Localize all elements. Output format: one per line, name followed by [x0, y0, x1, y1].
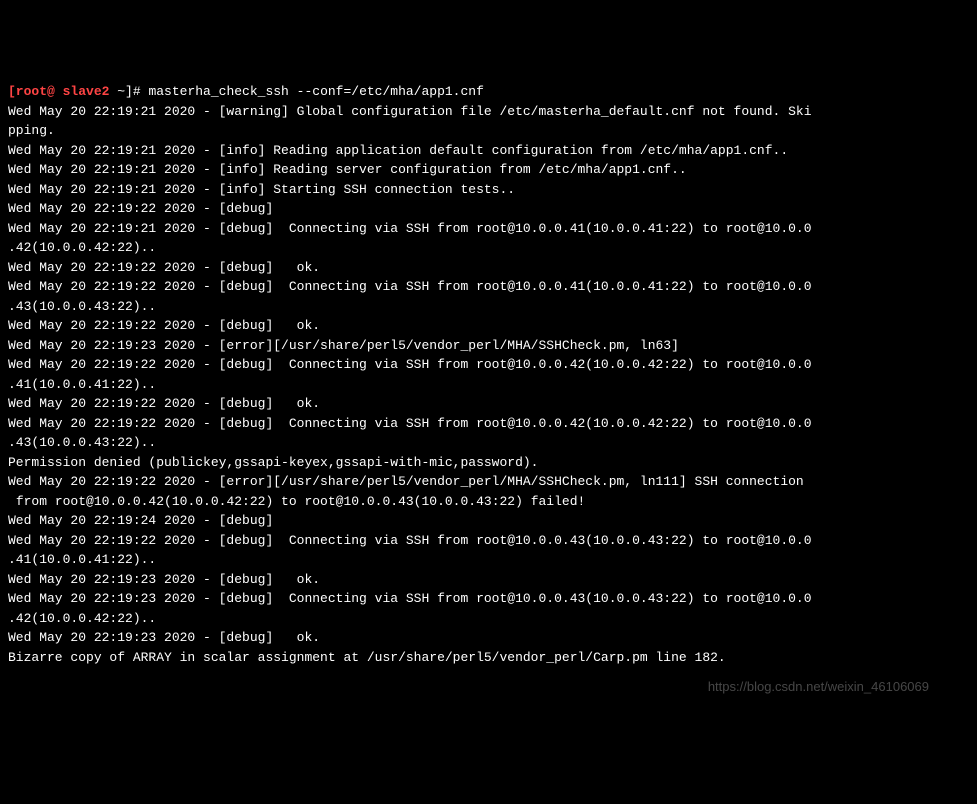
log-line: Wed May 20 22:19:21 2020 - [warning] Glo… [8, 102, 969, 122]
log-line: Wed May 20 22:19:23 2020 - [debug] Conne… [8, 589, 969, 609]
log-line: Wed May 20 22:19:22 2020 - [debug] ok. [8, 258, 969, 278]
log-line: pping. [8, 121, 969, 141]
log-line: .43(10.0.0.43:22).. [8, 433, 969, 453]
log-line: Wed May 20 22:19:22 2020 - [debug] Conne… [8, 277, 969, 297]
log-line: Wed May 20 22:19:21 2020 - [info] Readin… [8, 160, 969, 180]
log-line: Wed May 20 22:19:23 2020 - [debug] ok. [8, 570, 969, 590]
prompt-tilde: ~ [117, 84, 125, 99]
log-line: Wed May 20 22:19:22 2020 - [debug] ok. [8, 316, 969, 336]
log-line: Wed May 20 22:19:23 2020 - [debug] ok. [8, 628, 969, 648]
log-line: Wed May 20 22:19:22 2020 - [error][/usr/… [8, 472, 969, 492]
log-line: Wed May 20 22:19:22 2020 - [debug] [8, 199, 969, 219]
log-line: Wed May 20 22:19:21 2020 - [info] Readin… [8, 141, 969, 161]
log-line: Wed May 20 22:19:22 2020 - [debug] Conne… [8, 355, 969, 375]
log-line: Wed May 20 22:19:22 2020 - [debug] ok. [8, 394, 969, 414]
log-line: .41(10.0.0.41:22).. [8, 375, 969, 395]
log-line: from root@10.0.0.42(10.0.0.42:22) to roo… [8, 492, 969, 512]
log-line: .42(10.0.0.42:22).. [8, 238, 969, 258]
prompt-line: [root@ slave2 ~]# masterha_check_ssh --c… [8, 84, 484, 99]
log-line: Wed May 20 22:19:22 2020 - [debug] Conne… [8, 414, 969, 434]
log-line: Wed May 20 22:19:21 2020 - [info] Starti… [8, 180, 969, 200]
log-line: Permission denied (publickey,gssapi-keye… [8, 453, 969, 473]
log-line: Wed May 20 22:19:23 2020 - [error][/usr/… [8, 336, 969, 356]
log-line: Wed May 20 22:19:21 2020 - [debug] Conne… [8, 219, 969, 239]
log-line: Wed May 20 22:19:22 2020 - [debug] Conne… [8, 531, 969, 551]
prompt-user: [root@ slave2 [8, 84, 117, 99]
prompt-symbol: ]# [125, 84, 148, 99]
command-text: masterha_check_ssh --conf=/etc/mha/app1.… [148, 84, 483, 99]
log-line: .43(10.0.0.43:22).. [8, 297, 969, 317]
watermark-text: https://blog.csdn.net/weixin_46106069 [708, 677, 929, 697]
log-line: .41(10.0.0.41:22).. [8, 550, 969, 570]
log-line: Wed May 20 22:19:24 2020 - [debug] [8, 511, 969, 531]
terminal-window[interactable]: [root@ slave2 ~]# masterha_check_ssh --c… [8, 82, 969, 706]
log-line: Bizarre copy of ARRAY in scalar assignme… [8, 648, 969, 668]
log-line: .42(10.0.0.42:22).. [8, 609, 969, 629]
